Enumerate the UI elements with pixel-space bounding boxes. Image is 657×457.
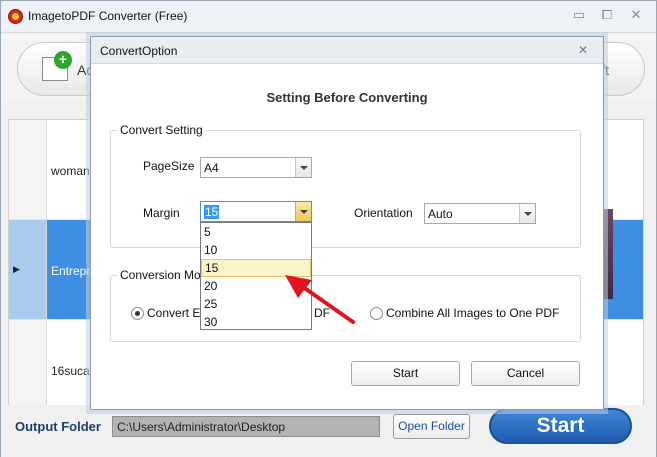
output-folder-path[interactable]: C:\Users\Administrator\Desktop [112,416,380,437]
dialog-title-bar: ConvertOption ✕ [91,37,603,64]
page-size-select[interactable]: A4 [200,157,312,178]
page-size-value: A4 [204,161,219,175]
convert-each-label-tail: DF [314,306,330,320]
margin-option[interactable]: 20 [201,277,311,295]
margin-label: Margin [143,206,180,220]
orientation-select[interactable]: Auto [424,203,536,224]
start-button[interactable]: Start [489,408,632,444]
app-logo-icon [8,9,23,24]
orientation-value: Auto [428,207,453,221]
chevron-down-icon[interactable] [519,204,535,223]
margin-option[interactable]: 25 [201,295,311,313]
margin-option[interactable]: 30 [201,313,311,331]
margin-select[interactable]: 15 [200,201,312,222]
row-handle [9,120,47,219]
row-handle: ▶ [9,220,47,319]
dialog-close-icon[interactable]: ✕ [575,42,591,58]
restore-icon[interactable]: ⧠ [598,8,616,24]
chevron-down-icon[interactable] [295,158,311,177]
convert-setting-title: Convert Setting [117,123,206,137]
convert-setting-group: Convert Setting [110,123,581,248]
conversion-mode-title: Conversion Mo [117,268,204,282]
close-icon[interactable]: ✕ [627,8,645,24]
margin-value: 15 [204,205,220,219]
dialog-heading: Setting Before Converting [266,90,428,105]
margin-option[interactable]: 5 [201,223,311,241]
row-pointer-icon: ▶ [13,264,20,274]
dialog-title: ConvertOption [100,44,178,58]
combine-all-label: Combine All Images to One PDF [386,306,560,320]
file-name: woman- [51,164,94,178]
chevron-down-icon[interactable] [295,202,311,221]
open-folder-button[interactable]: Open Folder [393,414,470,439]
output-folder-label: Output Folder [15,419,101,434]
orientation-label: Orientation [354,206,413,220]
dialog-cancel-button[interactable]: Cancel [471,361,580,386]
minimize-icon[interactable]: ▭ [570,8,588,24]
output-bar: Output Folder C:\Users\Administrator\Des… [1,405,656,457]
app-title: ImagetoPDF Converter (Free) [28,9,188,23]
margin-dropdown-list: 5 10 15 20 25 30 [200,222,312,330]
main-title-bar: ImagetoPDF Converter (Free) ▭ ⧠ ✕ [1,1,656,33]
convert-each-radio[interactable] [131,307,144,320]
margin-option[interactable]: 10 [201,241,311,259]
convert-each-label: Convert Ea [147,306,208,320]
page-size-label: PageSize [143,159,195,173]
dialog-start-button[interactable]: Start [351,361,460,386]
margin-option-hovered[interactable]: 15 [201,259,311,277]
add-plus-icon: + [54,51,72,69]
combine-all-radio[interactable] [370,307,383,320]
